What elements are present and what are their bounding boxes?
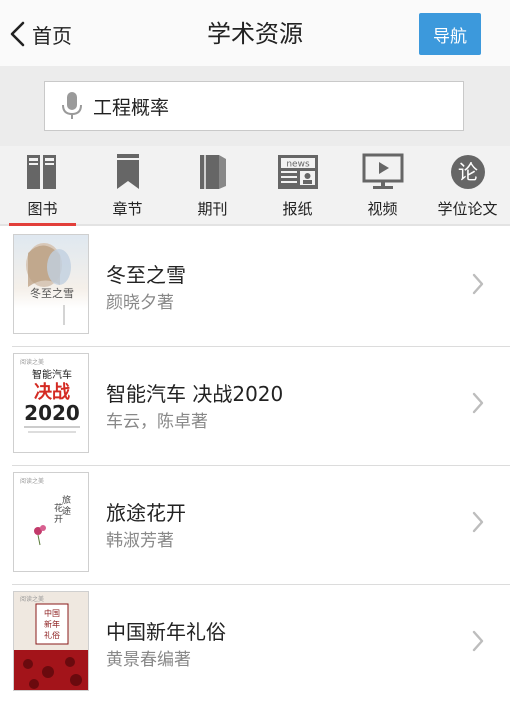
svg-text:2020: 2020 [24,401,80,425]
thesis-icon: 论 [446,152,490,192]
book-author: 黄景春编著 [106,650,191,670]
list-item[interactable]: 阅读之美 中国 新年 礼俗 中国新年礼俗 黄景春编著 [0,585,510,701]
cover-art: 冬至之雪 [26,243,74,325]
top-bar: 首页 学术资源 导航 [0,0,510,66]
cover-art: 阅读之美 智能汽车 决战 2020 [20,358,80,433]
chevron-right-icon [472,273,484,295]
tab-label: 视频 [367,200,398,218]
svg-text:中国: 中国 [44,608,60,618]
tab-books[interactable]: 图书 [0,146,85,226]
chevron-right-icon [472,630,484,652]
tab-theses[interactable]: 论 学位论文 [425,146,510,224]
newspaper-icon: news [276,152,320,192]
search-area [0,66,510,146]
tab-videos[interactable]: 视频 [340,146,425,224]
svg-text:决战: 决战 [34,381,70,403]
list-item[interactable]: 阅读之美 智能汽车 决战 2020 智能汽车 决战2020 车云，陈卓著 [0,347,510,466]
svg-text:阅读之美: 阅读之美 [20,595,44,603]
book-cover: 阅读之美 旅 途 花 开 [13,472,89,572]
tab-newspapers[interactable]: news 报纸 [255,146,340,224]
book-title: 中国新年礼俗 [106,620,226,644]
list-item[interactable]: 阅读之美 旅 途 花 开 旅途花开 韩淑芳著 [0,466,510,585]
book-title: 旅途花开 [106,501,186,525]
nav-button[interactable]: 导航 [419,13,481,55]
chevron-right-icon [472,511,484,533]
journal-icon [191,152,235,192]
svg-text:新年: 新年 [44,619,60,629]
books-icon [21,152,65,192]
microphone-icon[interactable] [61,91,83,121]
book-author: 车云，陈卓著 [106,412,208,432]
book-list: 冬至之雪 冬至之雪 颜晓夕著 阅读之美 智能汽车 决战 2020 智能汽车 决战… [0,228,510,701]
svg-text:旅: 旅 [62,494,71,506]
chevron-right-icon [472,392,484,414]
tab-label: 学位论文 [437,200,498,218]
book-cover: 冬至之雪 [13,234,89,334]
svg-text:花: 花 [54,502,63,514]
svg-text:冬至之雪: 冬至之雪 [30,286,74,300]
svg-text:news: news [286,160,310,170]
search-box[interactable] [44,81,464,131]
cover-art: 阅读之美 中国 新年 礼俗 [14,592,88,690]
book-cover: 阅读之美 智能汽车 决战 2020 [13,353,89,453]
svg-text:礼俗: 礼俗 [44,630,60,640]
cover-art: 阅读之美 旅 途 花 开 [20,477,71,546]
svg-text:论: 论 [458,160,478,184]
tab-chapters[interactable]: 章节 [85,146,170,224]
book-author: 韩淑芳著 [106,531,174,551]
category-tabs: 图书 章节 期刊 news 报纸 视频 论 学位论文 [0,146,510,226]
tab-label: 期刊 [197,200,228,218]
svg-text:阅读之美: 阅读之美 [20,358,44,366]
video-icon [361,152,405,192]
book-title: 冬至之雪 [106,263,186,287]
tab-label: 报纸 [282,200,313,218]
tab-label: 图书 [27,200,58,218]
svg-text:开: 开 [54,514,63,525]
book-title: 智能汽车 决战2020 [106,382,284,406]
svg-text:阅读之美: 阅读之美 [20,477,44,485]
book-author: 颜晓夕著 [106,293,174,313]
bookmark-icon [106,152,150,192]
svg-text:途: 途 [62,505,71,517]
tab-journals[interactable]: 期刊 [170,146,255,224]
tab-label: 章节 [112,200,143,218]
list-item[interactable]: 冬至之雪 冬至之雪 颜晓夕著 [0,228,510,347]
book-cover: 阅读之美 中国 新年 礼俗 [13,591,89,691]
search-input[interactable] [93,95,433,117]
svg-text:智能汽车: 智能汽车 [32,368,72,381]
